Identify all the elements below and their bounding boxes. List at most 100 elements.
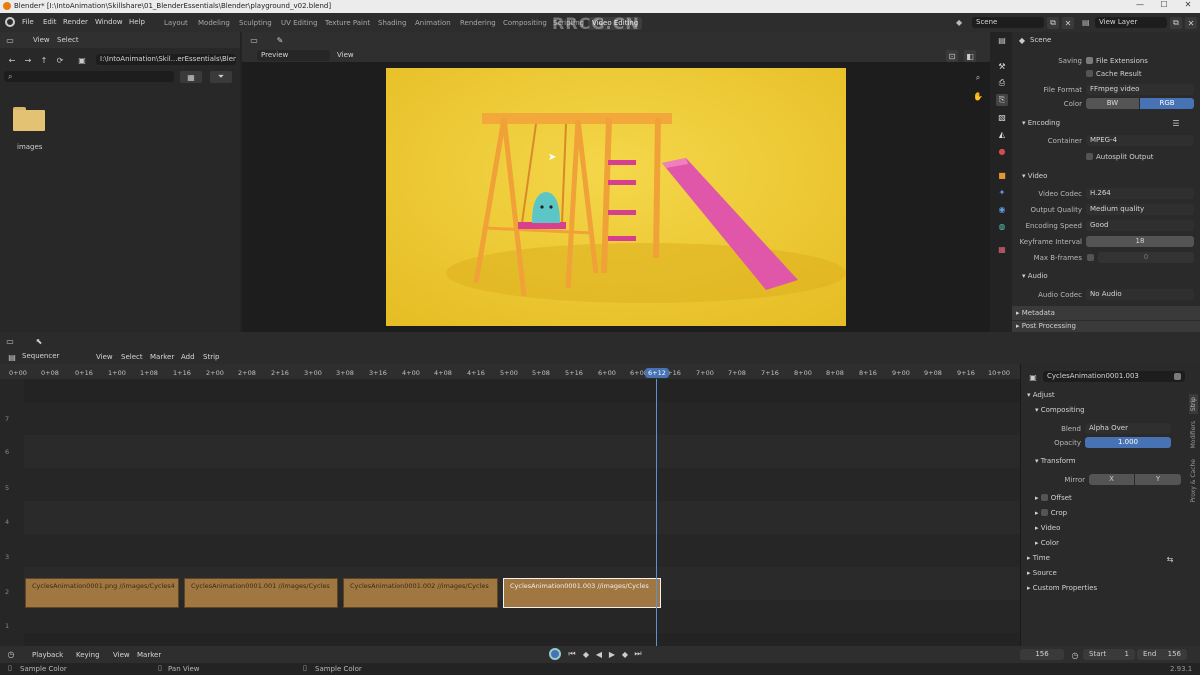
world-tab-icon[interactable]: ● xyxy=(996,145,1008,157)
display-mode-icon[interactable]: ▦ xyxy=(180,71,202,83)
audio-codec-dropdown[interactable]: No Audio xyxy=(1086,289,1194,300)
max-bframes-checkbox[interactable] xyxy=(1087,254,1094,261)
tab-layout[interactable]: Layout xyxy=(160,17,192,30)
parent-directory-icon[interactable]: ↑ xyxy=(38,54,50,66)
preview-range-icon[interactable]: ◷ xyxy=(1069,649,1081,661)
tool-tab-icon[interactable]: ⚒ xyxy=(996,60,1008,72)
autosplit-checkbox[interactable]: Autosplit Output xyxy=(1086,153,1154,161)
compositing-panel-header[interactable]: ▾ Compositing xyxy=(1035,406,1085,414)
jump-start-icon[interactable]: ⏮ xyxy=(566,648,578,660)
tab-animation[interactable]: Animation xyxy=(411,17,455,30)
source-panel-header[interactable]: ▸ Source xyxy=(1027,569,1057,577)
video-panel-header[interactable]: ▾ Video xyxy=(1022,172,1047,180)
zoom-icon[interactable]: ⌕ xyxy=(972,72,984,84)
color-rgb-button[interactable]: RGB xyxy=(1140,98,1194,109)
custom-properties-panel-header[interactable]: ▸ Custom Properties xyxy=(1027,584,1097,592)
new-folder-icon[interactable]: ▣ xyxy=(76,54,88,66)
folder-label[interactable]: images xyxy=(17,143,42,151)
menu-help[interactable]: Help xyxy=(129,18,145,26)
menu-view[interactable]: View xyxy=(33,36,50,44)
minimize-button[interactable]: — xyxy=(1128,0,1152,13)
adjust-panel-header[interactable]: ▾ Adjust xyxy=(1027,391,1055,399)
sequencer-mode-dropdown[interactable]: Sequencer xyxy=(18,351,88,362)
tab-strip[interactable]: Strip xyxy=(1189,394,1198,415)
sample-tool-icon[interactable]: ✎ xyxy=(274,34,286,46)
overlay-icon[interactable]: ⊡ xyxy=(946,50,958,62)
forward-icon[interactable]: → xyxy=(22,54,34,66)
menu-file[interactable]: File xyxy=(22,18,34,26)
tab-modifiers[interactable]: Modifiers xyxy=(1189,418,1198,451)
output-tab-icon[interactable]: ⎘ xyxy=(996,94,1008,106)
copy-view-layer-icon[interactable]: ⧉ xyxy=(1170,17,1182,29)
record-button[interactable] xyxy=(549,648,561,660)
opacity-slider[interactable]: 1.000 xyxy=(1085,437,1171,448)
audio-panel-header[interactable]: ▾ Audio xyxy=(1022,272,1048,280)
image-strip[interactable]: CyclesAnimation0001.002 //images/Cycles xyxy=(343,578,498,608)
particles-tab-icon[interactable]: ◉ xyxy=(996,203,1008,215)
metadata-panel[interactable]: ▸ Metadata xyxy=(1012,306,1200,320)
container-dropdown[interactable]: MPEG-4 xyxy=(1086,135,1194,146)
file-search-input[interactable] xyxy=(4,71,174,82)
texture-tab-icon[interactable]: ▦ xyxy=(996,243,1008,255)
gizmo-icon[interactable]: ◧ xyxy=(964,50,976,62)
editor-type-icon[interactable]: ▭ xyxy=(4,335,16,347)
menu-add[interactable]: Add xyxy=(181,353,195,361)
strip-mute-checkbox[interactable] xyxy=(1174,373,1181,380)
jump-keyframe-forward-icon[interactable]: ◆ xyxy=(619,648,631,660)
menu-view[interactable]: View xyxy=(113,651,130,659)
scene-tab-icon[interactable]: ◭ xyxy=(996,128,1008,140)
tab-compositing[interactable]: Compositing xyxy=(499,17,551,30)
modifier-tab-icon[interactable]: ✦ xyxy=(996,186,1008,198)
video-codec-dropdown[interactable]: H.264 xyxy=(1086,188,1194,199)
scene-selector[interactable]: Scene xyxy=(972,17,1044,28)
copy-scene-icon[interactable]: ⧉ xyxy=(1047,17,1059,29)
selected-image-strip[interactable]: CyclesAnimation0001.003 //images/Cycles xyxy=(503,578,661,608)
mirror-x-button[interactable]: X xyxy=(1089,474,1134,485)
menu-keying[interactable]: Keying xyxy=(76,651,100,659)
clock-icon[interactable]: ◷ xyxy=(5,648,17,660)
lock-time-icon[interactable]: ⇆ xyxy=(1164,553,1176,565)
select-tool-icon[interactable]: ⬉ xyxy=(33,335,45,347)
menu-strip[interactable]: Strip xyxy=(203,353,219,361)
remove-view-layer-icon[interactable]: ✕ xyxy=(1185,17,1197,29)
directory-path-field[interactable]: I:\IntoAnimation\Skil...erEssentials\Ble… xyxy=(96,54,236,65)
current-frame-field[interactable]: 156 xyxy=(1020,649,1064,660)
view-layer-selector[interactable]: View Layer xyxy=(1095,17,1167,28)
crop-panel-header[interactable]: ▸ Crop xyxy=(1035,509,1067,517)
image-strip[interactable]: CyclesAnimation0001.png //images/Cycles4 xyxy=(25,578,179,608)
file-format-dropdown[interactable]: FFmpeg video xyxy=(1086,84,1194,95)
color-bw-button[interactable]: BW xyxy=(1086,98,1139,109)
tab-rendering[interactable]: Rendering xyxy=(456,17,500,30)
time-panel-header[interactable]: ▸ Time xyxy=(1027,554,1050,562)
tab-sculpting[interactable]: Sculpting xyxy=(235,17,276,30)
tab-modeling[interactable]: Modeling xyxy=(194,17,234,30)
color-panel-header[interactable]: ▸ Color xyxy=(1035,539,1059,547)
menu-select[interactable]: Select xyxy=(57,36,79,44)
close-button[interactable]: ✕ xyxy=(1176,0,1200,13)
menu-view[interactable]: View xyxy=(96,353,113,361)
max-bframes-field[interactable]: 0 xyxy=(1098,252,1194,263)
transform-panel-header[interactable]: ▾ Transform xyxy=(1035,457,1076,465)
object-tab-icon[interactable]: ■ xyxy=(996,169,1008,181)
folder-icon[interactable] xyxy=(13,107,45,131)
encoding-speed-dropdown[interactable]: Good xyxy=(1086,220,1194,231)
editor-type-icon[interactable]: ▭ xyxy=(4,34,16,46)
refresh-icon[interactable]: ⟳ xyxy=(54,54,66,66)
start-frame-field[interactable]: Start 1 xyxy=(1083,649,1135,660)
post-processing-panel[interactable]: ▸ Post Processing xyxy=(1012,321,1200,332)
presets-list-icon[interactable]: ☰ xyxy=(1170,117,1182,129)
view-type-dropdown[interactable]: Preview xyxy=(257,50,330,61)
jump-end-icon[interactable]: ⏭ xyxy=(632,648,644,660)
end-frame-field[interactable]: End 156 xyxy=(1137,649,1187,660)
menu-playback[interactable]: Playback xyxy=(32,651,63,659)
video-panel-header[interactable]: ▸ Video xyxy=(1035,524,1060,532)
view-layer-tab-icon[interactable]: ▧ xyxy=(996,111,1008,123)
play-icon[interactable]: ▶ xyxy=(606,648,618,660)
menu-render[interactable]: Render xyxy=(63,18,88,26)
playhead-line[interactable] xyxy=(656,379,657,646)
filter-icon[interactable]: ⏷ xyxy=(210,71,232,83)
pan-hand-icon[interactable]: ✋ xyxy=(972,90,984,102)
menu-window[interactable]: Window xyxy=(95,18,123,26)
maximize-button[interactable]: ☐ xyxy=(1152,0,1176,13)
tab-texture-paint[interactable]: Texture Paint xyxy=(321,17,374,30)
